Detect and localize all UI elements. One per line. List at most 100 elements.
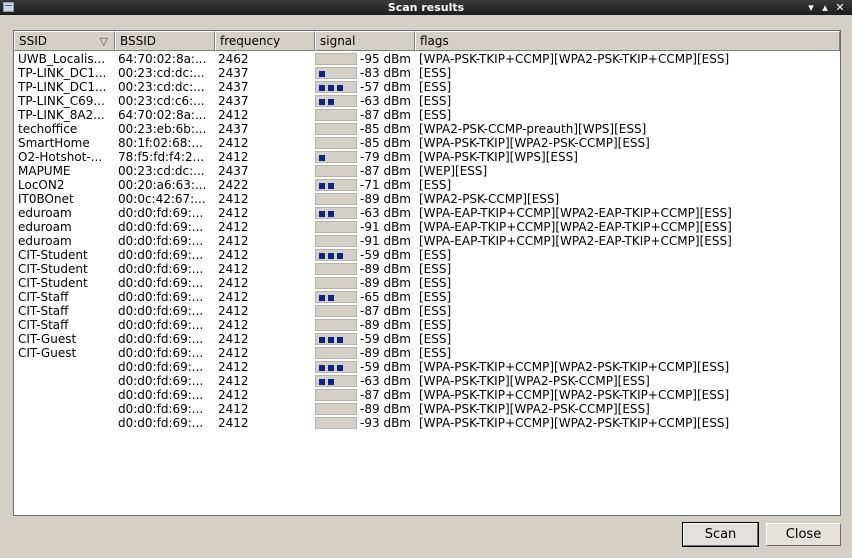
table-row[interactable]: d0:d0:fd:69:... 2412 -89 dBm [WPA-PSK-TKIP]… (14, 402, 840, 416)
frequency-cell: 2412 (218, 206, 249, 220)
table-row[interactable]: CIT-Student d0:d0:fd:69:... 2412 -89 dBm [ES… (14, 276, 840, 290)
scan-results-table[interactable]: SSID ▽ BSSID frequency signal flags UWB_… (13, 30, 841, 516)
table-row[interactable]: CIT-Staff d0:d0:fd:69:... 2412 -89 dBm [ESS] (14, 318, 840, 332)
signal-strength-bar (315, 347, 357, 359)
ssid-cell: TP-LINK_DC1... (18, 80, 107, 94)
table-row[interactable]: CIT-Student d0:d0:fd:69:... 2412 -59 dBm [ES… (14, 248, 840, 262)
close-window-icon[interactable]: ✕ (834, 0, 846, 15)
signal-dbm-text: -59 dBm (360, 360, 411, 374)
table-row[interactable]: techoffice 00:23:eb:6b:... 2437 -85 dBm [WPA… (14, 122, 840, 136)
bssid-cell: d0:d0:fd:69:... (118, 290, 204, 304)
signal-strength-bar (315, 207, 357, 219)
signal-strength-bar (315, 123, 357, 135)
close-button[interactable]: Close (766, 523, 841, 546)
signal-strength-bar (315, 305, 357, 317)
flags-cell: [WPA2-PSK-CCMP-preauth][WPS][ESS] (419, 122, 647, 136)
flags-cell: [WPA-PSK-TKIP+CCMP][WPA2-PSK-TKIP+CCMP][… (419, 416, 730, 430)
signal-cell: -65 dBm (315, 290, 413, 304)
table-row[interactable]: TP-LINK_C69... 00:23:cd:c6:... 2437 -63 dBm… (14, 94, 840, 108)
frequency-cell: 2412 (218, 304, 249, 318)
signal-pip (319, 155, 325, 161)
signal-pip (328, 85, 334, 91)
signal-cell: -89 dBm (315, 192, 413, 206)
table-row[interactable]: TP-LINK_DC1... 00:23:cd:dc:... 2437 -57 dBm… (14, 80, 840, 94)
bssid-cell: 64:70:02:8a:... (118, 52, 207, 66)
bssid-cell: d0:d0:fd:69:... (118, 416, 204, 430)
column-header-frequency[interactable]: frequency (215, 31, 315, 51)
column-header-signal[interactable]: signal (315, 31, 415, 51)
table-row[interactable]: UWB_Localis... 64:70:02:8a:... 2462 -95 dBm… (14, 52, 840, 66)
ssid-cell (18, 402, 114, 416)
frequency-cell: 2412 (218, 346, 249, 360)
signal-dbm-text: -59 dBm (360, 332, 411, 346)
table-row[interactable]: eduroam d0:d0:fd:69:... 2412 -63 dBm [WPA-EA… (14, 206, 840, 220)
signal-cell: -87 dBm (315, 108, 413, 122)
minimize-icon[interactable]: ▾ (805, 0, 817, 15)
table-row[interactable]: SmartHome 80:1f:02:68:... 2412 -85 dBm [WPA-… (14, 136, 840, 150)
ssid-cell: eduroam (18, 206, 72, 220)
signal-cell: -79 dBm (315, 150, 413, 164)
table-row[interactable]: IT0BOnet 00:0c:42:67:... 2412 -89 dBm [WPA2-… (14, 192, 840, 206)
table-row[interactable]: d0:d0:fd:69:... 2412 -87 dBm [WPA-PSK-TKIP+… (14, 388, 840, 402)
column-header-bssid[interactable]: BSSID (115, 31, 215, 51)
bssid-cell: d0:d0:fd:69:... (118, 276, 204, 290)
maximize-icon[interactable]: ▴ (819, 0, 831, 15)
flags-cell: [ESS] (419, 276, 452, 290)
table-row[interactable]: d0:d0:fd:69:... 2412 -93 dBm [WPA-PSK-TKIP+… (14, 416, 840, 430)
frequency-cell: 2412 (218, 234, 249, 248)
column-header-label: BSSID (120, 34, 157, 48)
table-row[interactable]: CIT-Staff d0:d0:fd:69:... 2412 -87 dBm [ESS] (14, 304, 840, 318)
table-row[interactable]: MAPUME 00:23:cd:dc:... 2437 -87 dBm [WEP][ES… (14, 164, 840, 178)
flags-cell: [ESS] (419, 262, 452, 276)
table-row[interactable]: d0:d0:fd:69:... 2412 -59 dBm [WPA-PSK-TKIP+… (14, 360, 840, 374)
table-row[interactable]: CIT-Staff d0:d0:fd:69:... 2412 -65 dBm [ESS] (14, 290, 840, 304)
signal-dbm-text: -93 dBm (360, 416, 411, 430)
signal-strength-bar (315, 417, 357, 429)
bssid-cell: 78:f5:fd:f4:2... (118, 150, 205, 164)
bssid-cell: d0:d0:fd:69:... (118, 360, 204, 374)
signal-pip (328, 337, 334, 343)
signal-strength-bar (315, 375, 357, 387)
ssid-cell: CIT-Student (18, 262, 88, 276)
signal-dbm-text: -57 dBm (360, 80, 411, 94)
bssid-cell: 00:23:cd:dc:... (118, 164, 205, 178)
bssid-cell: d0:d0:fd:69:... (118, 402, 204, 416)
frequency-cell: 2412 (218, 276, 249, 290)
bssid-cell: 00:23:cd:dc:... (118, 66, 205, 80)
signal-dbm-text: -79 dBm (360, 150, 411, 164)
table-row[interactable]: eduroam d0:d0:fd:69:... 2412 -91 dBm [WPA-EA… (14, 220, 840, 234)
table-row[interactable]: TP-LINK_DC1... 00:23:cd:dc:... 2437 -83 dBm… (14, 66, 840, 80)
table-row[interactable]: CIT-Student d0:d0:fd:69:... 2412 -89 dBm [ES… (14, 262, 840, 276)
flags-cell: [ESS] (419, 248, 452, 262)
flags-cell: [WPA-PSK-TKIP+CCMP][WPA2-PSK-TKIP+CCMP][… (419, 388, 730, 402)
signal-cell: -83 dBm (315, 66, 413, 80)
signal-pip (319, 85, 325, 91)
ssid-cell: MAPUME (18, 164, 71, 178)
table-row[interactable]: d0:d0:fd:69:... 2412 -63 dBm [WPA-PSK-TKIP]… (14, 374, 840, 388)
signal-pip (337, 85, 343, 91)
table-row[interactable]: CIT-Guest d0:d0:fd:69:... 2412 -89 dBm [ESS] (14, 346, 840, 360)
flags-cell: [ESS] (419, 346, 452, 360)
table-row[interactable]: CIT-Guest d0:d0:fd:69:... 2412 -59 dBm [ESS] (14, 332, 840, 346)
table-row[interactable]: O2-Hotshot-... 78:f5:fd:f4:2... 2412 -79 dB… (14, 150, 840, 164)
column-header-ssid[interactable]: SSID ▽ (14, 31, 115, 51)
flags-cell: [ESS] (419, 94, 452, 108)
table-row[interactable]: LocON2 00:20:a6:63:... 2422 -71 dBm [ESS] (14, 178, 840, 192)
signal-pip (319, 183, 325, 189)
frequency-cell: 2412 (218, 220, 249, 234)
signal-strength-bar (315, 291, 357, 303)
table-row[interactable]: eduroam d0:d0:fd:69:... 2412 -91 dBm [WPA-EA… (14, 234, 840, 248)
frequency-cell: 2412 (218, 402, 249, 416)
signal-strength-bar (315, 221, 357, 233)
frequency-cell: 2437 (218, 80, 249, 94)
flags-cell: [ESS] (419, 80, 452, 94)
signal-cell: -95 dBm (315, 52, 413, 66)
signal-cell: -63 dBm (315, 94, 413, 108)
scan-button[interactable]: Scan (682, 522, 759, 547)
flags-cell: [WPA-EAP-TKIP+CCMP][WPA2-EAP-TKIP+CCMP][… (419, 234, 732, 248)
signal-cell: -85 dBm (315, 122, 413, 136)
table-row[interactable]: TP-LINK_8A2... 64:70:02:8a:... 2412 -87 dBm… (14, 108, 840, 122)
column-header-flags[interactable]: flags (415, 31, 840, 51)
bssid-cell: d0:d0:fd:69:... (118, 206, 204, 220)
flags-cell: [ESS] (419, 290, 452, 304)
